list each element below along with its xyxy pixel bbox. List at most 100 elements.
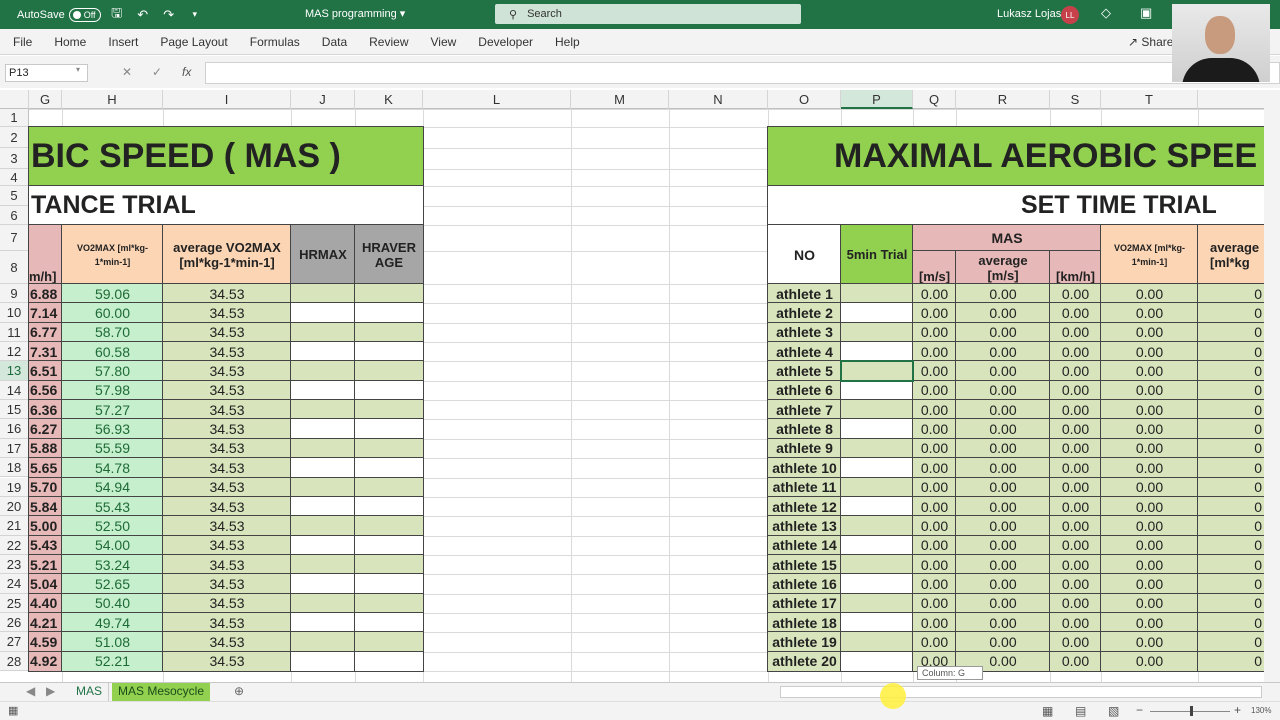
athlete-name-cell[interactable]: athlete 13 (767, 515, 842, 537)
sheet-tab-mas-mesocycle[interactable]: MAS Mesocycle (112, 683, 211, 701)
average-vo2max-cell[interactable]: 34.53 (162, 611, 292, 634)
vertical-scrollbar[interactable] (1264, 90, 1280, 682)
header-average-vo2max[interactable]: average VO2MAX [ml*kg-1*min-1] (162, 224, 292, 285)
average-vo2max-cell[interactable]: 34.53 (162, 573, 292, 595)
average-right-cell[interactable]: 0 (1197, 341, 1264, 363)
header-vo2max[interactable]: VO2MAX [ml*kg-1*min-1] (61, 224, 164, 285)
hraverage-cell[interactable] (354, 495, 424, 518)
kmh-cell[interactable]: 6.36 (28, 399, 63, 421)
mas-ms-cell[interactable]: 0.00 (912, 418, 957, 440)
mas-kmh-cell[interactable]: 0.00 (1049, 321, 1102, 344)
zoom-level[interactable]: 130% (1251, 706, 1271, 715)
row-header-18[interactable]: 18 (0, 458, 29, 478)
athlete-name-cell[interactable]: athlete 12 (767, 495, 842, 518)
kmh-cell[interactable]: 7.31 (28, 341, 63, 363)
trial-cell[interactable] (840, 399, 914, 421)
row-header-2[interactable]: 2 (0, 127, 29, 148)
average-vo2max-cell[interactable]: 34.53 (162, 341, 292, 363)
mas-average-cell[interactable]: 0.00 (955, 611, 1051, 634)
row-header-13[interactable]: 13 (0, 361, 29, 381)
mas-kmh-cell[interactable]: 0.00 (1049, 631, 1102, 653)
row-header-4[interactable]: 4 (0, 169, 29, 186)
macro-record-icon[interactable]: ▦ (8, 704, 18, 717)
hraverage-cell[interactable] (354, 457, 424, 479)
redo-icon[interactable]: ↷ (159, 5, 179, 25)
average-right-cell[interactable]: 0 (1197, 573, 1264, 595)
vo2max-cell[interactable]: 54.78 (61, 457, 164, 479)
average-vo2max-cell[interactable]: 34.53 (162, 360, 292, 382)
vo2max-right-cell[interactable]: 0.00 (1100, 495, 1199, 518)
vo2max-right-cell[interactable]: 0.00 (1100, 321, 1199, 344)
page-layout-view-icon[interactable]: ▤ (1075, 704, 1086, 718)
vo2max-right-cell[interactable]: 0.00 (1100, 650, 1199, 673)
tab-page-layout[interactable]: Page Layout (147, 35, 236, 49)
vo2max-right-cell[interactable]: 0.00 (1100, 437, 1199, 460)
hraverage-cell[interactable] (354, 379, 424, 402)
kmh-cell[interactable]: 5.04 (28, 573, 63, 595)
header-5min-trial[interactable]: 5min Trial (840, 224, 914, 285)
trial-cell[interactable] (840, 515, 914, 537)
kmh-cell[interactable]: 4.21 (28, 611, 63, 634)
athlete-name-cell[interactable]: athlete 11 (767, 476, 842, 498)
select-all-corner[interactable] (0, 90, 29, 109)
average-right-cell[interactable]: 0 (1197, 302, 1264, 324)
column-header-t[interactable]: T (1101, 90, 1198, 109)
vo2max-right-cell[interactable]: 0.00 (1100, 399, 1199, 421)
kmh-cell[interactable]: 6.27 (28, 418, 63, 440)
vo2max-right-cell[interactable]: 0.00 (1100, 592, 1199, 614)
tab-formulas[interactable]: Formulas (237, 35, 309, 49)
mas-average-cell[interactable]: 0.00 (955, 515, 1051, 537)
trial-cell[interactable] (840, 476, 914, 498)
vo2max-right-cell[interactable]: 0.00 (1100, 611, 1199, 634)
column-header-i[interactable]: I (163, 90, 291, 109)
mas-kmh-cell[interactable]: 0.00 (1049, 399, 1102, 421)
average-right-cell[interactable]: 0 (1197, 553, 1264, 576)
selected-cell-p13[interactable] (840, 360, 914, 382)
row-header-24[interactable]: 24 (0, 574, 29, 594)
diamond-icon[interactable]: ◇ (1101, 5, 1111, 21)
tab-data[interactable]: Data (309, 35, 356, 49)
tab-file[interactable]: File (0, 35, 41, 49)
mas-ms-cell[interactable]: 0.00 (912, 553, 957, 576)
zoom-slider-thumb[interactable] (1190, 706, 1193, 716)
athlete-name-cell[interactable]: athlete 1 (767, 282, 842, 305)
kmh-cell[interactable]: 5.65 (28, 457, 63, 479)
hraverage-cell[interactable] (354, 553, 424, 576)
hraverage-cell[interactable] (354, 437, 424, 460)
zoom-in-icon[interactable]: + (1234, 703, 1241, 717)
enter-icon[interactable]: ✓ (152, 65, 162, 79)
header-kmh[interactable]: m/h] (28, 224, 63, 285)
column-header-g[interactable]: G (29, 90, 62, 109)
average-right-cell[interactable]: 0 (1197, 515, 1264, 537)
vo2max-right-cell[interactable]: 0.00 (1100, 341, 1199, 363)
vo2max-right-cell[interactable]: 0.00 (1100, 282, 1199, 305)
vo2max-cell[interactable]: 55.43 (61, 495, 164, 518)
row-header-7[interactable]: 7 (0, 225, 29, 251)
mas-average-cell[interactable]: 0.00 (955, 360, 1051, 382)
column-header-p[interactable]: P (841, 90, 913, 109)
average-right-cell[interactable]: 0 (1197, 495, 1264, 518)
average-right-cell[interactable]: 0 (1197, 379, 1264, 402)
average-vo2max-cell[interactable]: 34.53 (162, 457, 292, 479)
mas-kmh-cell[interactable]: 0.00 (1049, 302, 1102, 324)
mas-ms-cell[interactable]: 0.00 (912, 399, 957, 421)
mas-kmh-cell[interactable]: 0.00 (1049, 515, 1102, 537)
hrmax-cell[interactable] (290, 650, 356, 673)
average-vo2max-cell[interactable]: 34.53 (162, 534, 292, 556)
row-header-9[interactable]: 9 (0, 284, 29, 304)
average-vo2max-cell[interactable]: 34.53 (162, 418, 292, 440)
mas-ms-cell[interactable]: 0.00 (912, 573, 957, 595)
average-right-cell[interactable]: 0 (1197, 650, 1264, 673)
tab-help[interactable]: Help (542, 35, 589, 49)
user-name[interactable]: Lukasz Lojas (997, 8, 1061, 20)
vo2max-right-cell[interactable]: 0.00 (1100, 476, 1199, 498)
mas-average-cell[interactable]: 0.00 (955, 457, 1051, 479)
average-vo2max-cell[interactable]: 34.53 (162, 476, 292, 498)
average-right-cell[interactable]: 0 (1197, 611, 1264, 634)
hraverage-cell[interactable] (354, 515, 424, 537)
hraverage-cell[interactable] (354, 631, 424, 653)
athlete-name-cell[interactable]: athlete 10 (767, 457, 842, 479)
column-header-s[interactable]: S (1050, 90, 1101, 109)
hraverage-cell[interactable] (354, 341, 424, 363)
hrmax-cell[interactable] (290, 611, 356, 634)
